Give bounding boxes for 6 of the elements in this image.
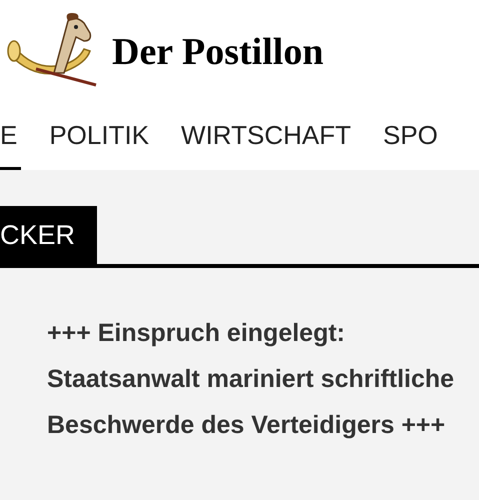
section-tag: CKER bbox=[0, 206, 97, 264]
article-title[interactable]: +++ Einspruch eingelegt: Staatsanwalt mariniert schriftliche Beschwerde des Verteidigers +++ bbox=[47, 310, 457, 448]
nav-tab[interactable]: WIRTSCHAFT bbox=[177, 104, 355, 170]
site-title: Der Postillon bbox=[112, 30, 324, 74]
nav-tab[interactable]: POLITIK bbox=[45, 104, 154, 170]
nav-tab[interactable]: SPO bbox=[379, 104, 442, 170]
